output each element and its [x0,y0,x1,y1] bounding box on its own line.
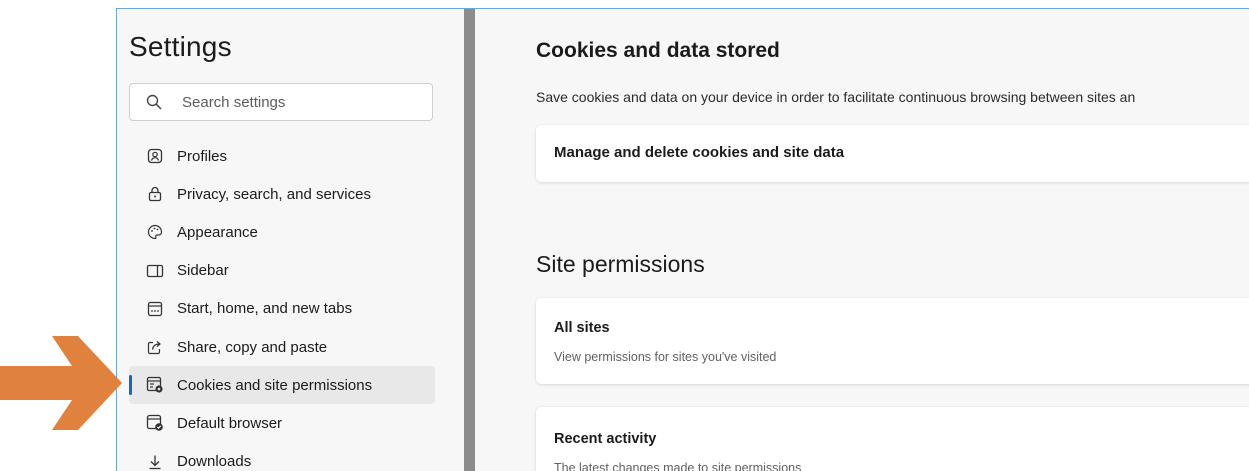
pane-divider[interactable] [464,9,475,471]
sidebar-item-appearance[interactable]: Appearance [129,213,435,251]
search-input[interactable] [182,90,422,114]
all-sites-row[interactable]: All sites View permissions for sites you… [536,298,1249,384]
sidebar-icon [146,262,164,280]
sidebar-item-cookies[interactable]: Cookies and site permissions [129,366,435,404]
palette-icon [146,223,164,241]
sidebar-item-profiles[interactable]: Profiles [129,137,435,175]
search-box[interactable] [129,83,433,121]
settings-sidebar: Settings Profiles Privacy, search, and s… [117,9,464,471]
cookies-permissions-icon [146,376,164,394]
cookies-description: Save cookies and data on your device in … [536,89,1135,105]
sidebar-item-label: Default browser [177,415,282,432]
sidebar-item-label: Sidebar [177,262,229,279]
sidebar-item-label: Appearance [177,224,258,241]
cookies-heading: Cookies and data stored [536,39,780,63]
sidebar-item-share[interactable]: Share, copy and paste [129,328,435,366]
sidebar-item-label: Cookies and site permissions [177,377,372,394]
recent-activity-title: Recent activity [554,431,656,447]
manage-cookies-label: Manage and delete cookies and site data [554,144,844,161]
settings-window: Settings Profiles Privacy, search, and s… [116,8,1249,471]
site-permissions-heading: Site permissions [536,251,705,278]
settings-nav: Profiles Privacy, search, and services A… [129,137,435,471]
sidebar-item-privacy[interactable]: Privacy, search, and services [129,175,435,213]
search-icon [146,94,162,110]
active-indicator [129,375,132,395]
sidebar-item-label: Share, copy and paste [177,339,327,356]
all-sites-subtitle: View permissions for sites you've visite… [554,350,776,364]
sidebar-item-label: Profiles [177,148,227,165]
sidebar-item-label: Privacy, search, and services [177,186,371,203]
manage-cookies-row[interactable]: Manage and delete cookies and site data [536,125,1249,182]
sidebar-item-downloads[interactable]: Downloads [129,443,435,471]
sidebar-item-start-home[interactable]: Start, home, and new tabs [129,290,435,328]
share-icon [146,338,164,356]
sidebar-item-label: Start, home, and new tabs [177,300,352,317]
start-home-icon [146,300,164,318]
sidebar-item-sidebar[interactable]: Sidebar [129,252,435,290]
profiles-icon [146,147,164,165]
lock-icon [146,185,164,203]
sidebar-item-label: Downloads [177,453,251,470]
settings-content: Cookies and data stored Save cookies and… [475,9,1249,471]
settings-title: Settings [129,31,232,63]
default-browser-icon [146,414,164,432]
all-sites-title: All sites [554,320,610,336]
sidebar-item-default-browser[interactable]: Default browser [129,404,435,442]
recent-activity-row[interactable]: Recent activity The latest changes made … [536,407,1249,471]
download-icon [146,453,164,471]
orange-pointer-arrow-icon [0,328,122,438]
